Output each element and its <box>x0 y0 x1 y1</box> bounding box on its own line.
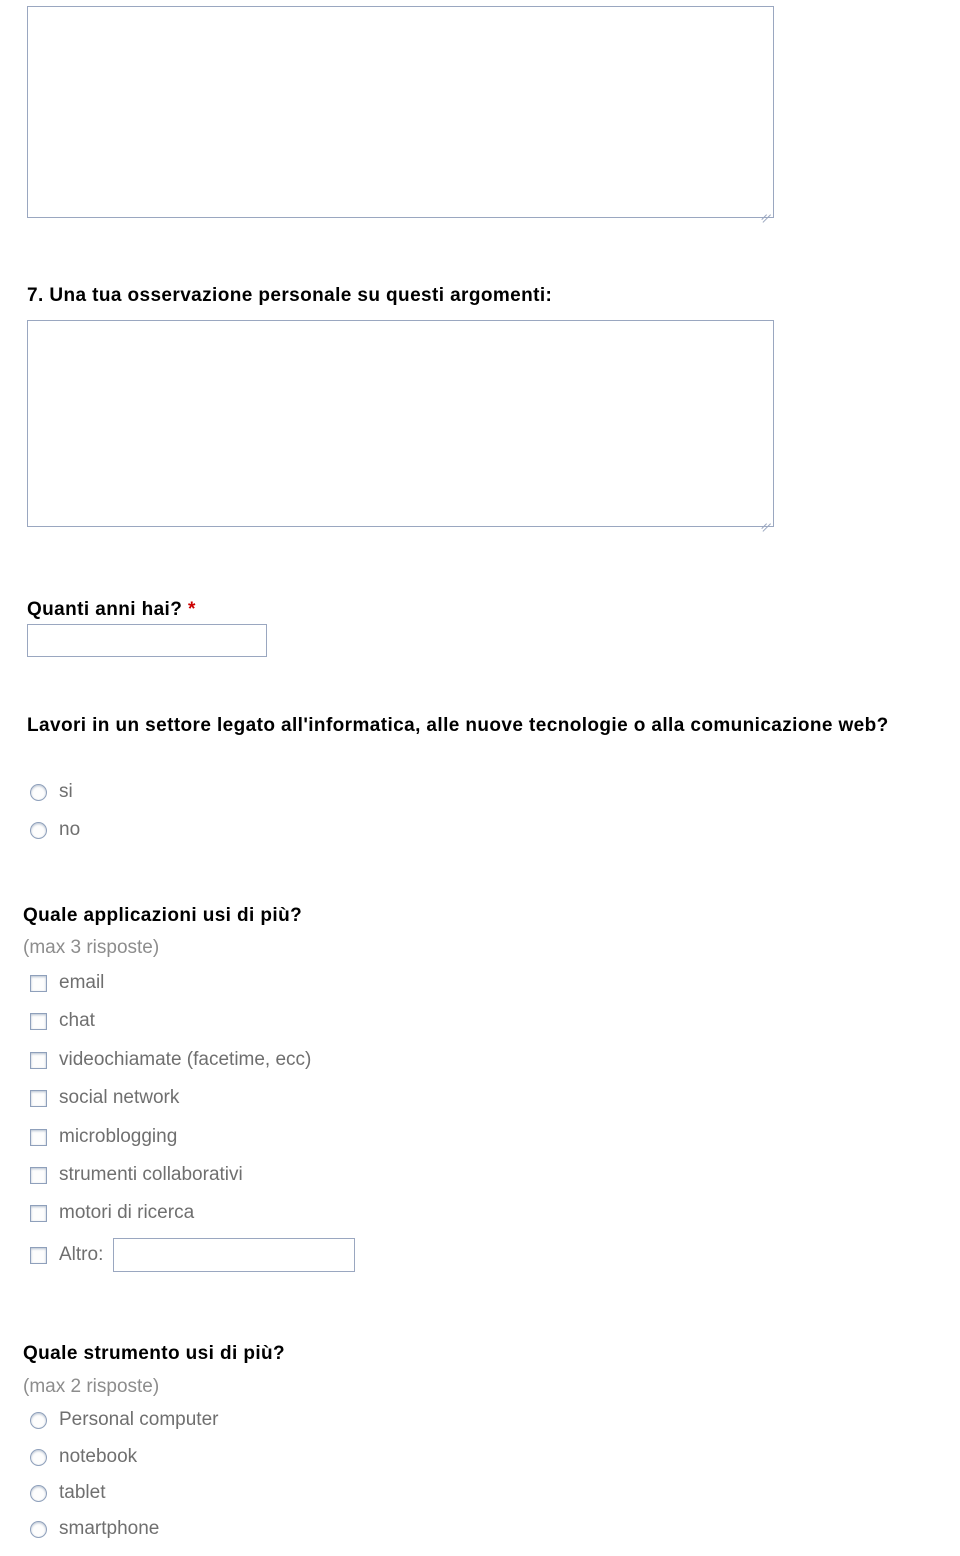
option-label: smartphone <box>59 1518 160 1539</box>
resize-grip-icon[interactable] <box>759 513 771 532</box>
previous-question-textarea[interactable] <box>27 6 774 223</box>
question-age-input[interactable] <box>27 624 267 657</box>
checkbox-icon[interactable] <box>30 1166 47 1184</box>
option-apps-email[interactable]: email <box>30 972 104 994</box>
checkbox-icon[interactable] <box>30 1012 47 1030</box>
radio-icon[interactable] <box>30 1448 47 1466</box>
option-label: tablet <box>59 1482 106 1503</box>
question-sector-heading: Lavori in un settore legato all'informat… <box>27 712 917 740</box>
option-label: email <box>59 972 105 993</box>
resize-grip-icon[interactable] <box>759 204 771 223</box>
option-device-smartphone[interactable]: smartphone <box>30 1518 159 1540</box>
option-label: notebook <box>59 1446 138 1467</box>
option-label: Personal computer <box>59 1409 219 1430</box>
radio-icon[interactable] <box>30 1520 47 1538</box>
option-altro-input[interactable] <box>113 1238 356 1272</box>
checkbox-icon[interactable] <box>30 1051 47 1069</box>
option-label: motori di ricerca <box>59 1202 195 1223</box>
option-apps-altro[interactable]: Altro: <box>30 1238 356 1272</box>
question-7-heading: 7. Una tua osservazione personale su que… <box>27 282 847 310</box>
option-label: si <box>59 781 73 802</box>
option-apps-social-network[interactable]: social network <box>30 1087 179 1109</box>
option-label: chat <box>59 1010 95 1031</box>
checkbox-icon[interactable] <box>30 974 47 992</box>
question-apps-heading: Quale applicazioni usi di più? <box>23 902 623 930</box>
question-sector-label: Lavori in un settore legato all'informat… <box>27 715 889 736</box>
option-apps-motori-di-ricerca[interactable]: motori di ricerca <box>30 1202 194 1224</box>
option-label: no <box>59 819 81 840</box>
option-sector-no[interactable]: no <box>30 819 80 841</box>
radio-icon[interactable] <box>30 783 47 801</box>
option-label: microblogging <box>59 1126 178 1147</box>
question-7-number: 7. <box>27 285 44 306</box>
checkbox-icon[interactable] <box>30 1204 47 1222</box>
checkbox-icon[interactable] <box>30 1246 47 1264</box>
question-apps-sublabel: (max 3 risposte) <box>23 937 160 958</box>
radio-icon[interactable] <box>30 1411 47 1429</box>
question-7-textarea[interactable] <box>27 320 774 532</box>
radio-icon[interactable] <box>30 821 47 839</box>
question-device-heading: Quale strumento usi di più? <box>23 1340 623 1368</box>
checkbox-icon[interactable] <box>30 1128 47 1146</box>
option-label: Altro: <box>59 1244 104 1265</box>
option-device-notebook[interactable]: notebook <box>30 1446 137 1468</box>
question-age-heading: Quanti anni hai? * <box>27 596 627 624</box>
question-device-sublabel: (max 2 risposte) <box>23 1376 160 1397</box>
option-sector-si[interactable]: si <box>30 781 73 803</box>
option-label: strumenti collaborativi <box>59 1164 243 1185</box>
option-apps-chat[interactable]: chat <box>30 1010 95 1032</box>
option-device-tablet[interactable]: tablet <box>30 1482 105 1504</box>
required-marker: * <box>187 599 196 620</box>
option-label: social network <box>59 1087 180 1108</box>
form-page: 7. Una tua osservazione personale su que… <box>0 0 960 1556</box>
radio-icon[interactable] <box>30 1484 47 1502</box>
question-7-label: Una tua osservazione personale su questi… <box>49 285 553 306</box>
option-apps-videochiamate[interactable]: videochiamate (facetime, ecc) <box>30 1049 311 1071</box>
option-apps-microblogging[interactable]: microblogging <box>30 1126 177 1148</box>
question-apps-label: Quale applicazioni usi di più? <box>23 905 303 926</box>
option-device-personal-computer[interactable]: Personal computer <box>30 1409 218 1431</box>
option-apps-strumenti-collaborativi[interactable]: strumenti collaborativi <box>30 1164 243 1186</box>
question-age-label: Quanti anni hai? <box>27 599 183 620</box>
option-label: videochiamate (facetime, ecc) <box>59 1049 312 1070</box>
question-device-label: Quale strumento usi di più? <box>23 1343 286 1364</box>
checkbox-icon[interactable] <box>30 1089 47 1107</box>
